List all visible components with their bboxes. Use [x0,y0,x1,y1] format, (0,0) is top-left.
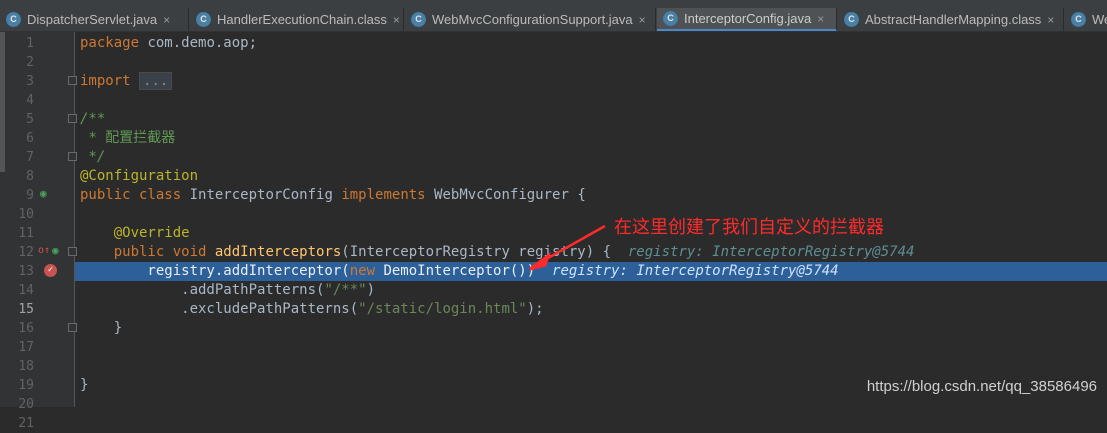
line-number: 21 [18,416,34,431]
watermark: https://blog.csdn.net/qq_38586496 [866,378,1097,395]
annotation-arrow [529,224,606,271]
